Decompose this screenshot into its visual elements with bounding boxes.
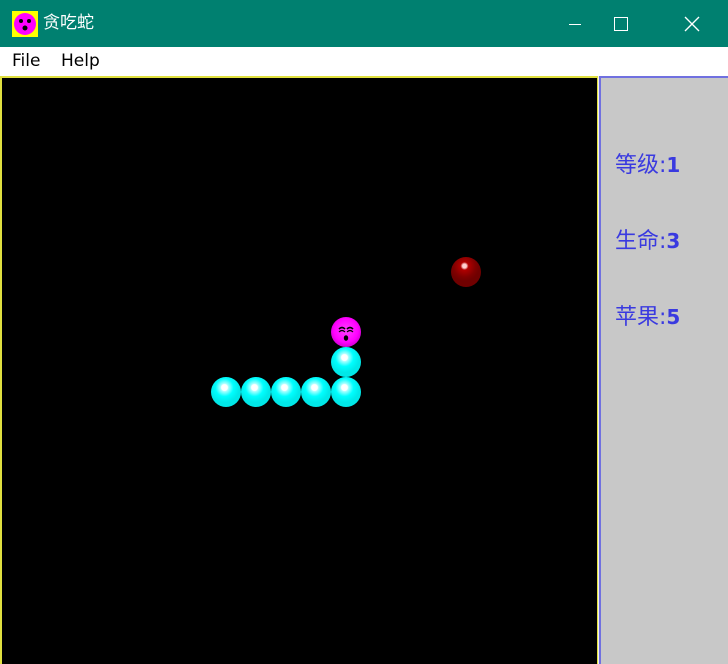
title-bar[interactable]: 贪吃蛇 — [0, 0, 728, 47]
snake-segment — [301, 377, 331, 407]
menu-bar: File Help — [0, 47, 728, 76]
close-button[interactable] — [669, 0, 715, 47]
lives-stat: 生命:3 — [615, 228, 680, 255]
level-label: 等级: — [615, 153, 667, 178]
snake-segment — [331, 377, 361, 407]
apples-stat: 苹果:5 — [615, 304, 680, 331]
apples-label: 苹果: — [615, 305, 667, 330]
snake-head — [331, 317, 361, 347]
apples-value: 5 — [666, 305, 681, 329]
lives-value: 3 — [666, 229, 681, 253]
game-board[interactable] — [0, 76, 598, 664]
snake-face-icon — [12, 11, 38, 37]
level-value: 1 — [666, 153, 681, 177]
snake-segment — [271, 377, 301, 407]
snake-face-icon — [338, 326, 354, 341]
menu-file[interactable]: File — [12, 51, 40, 72]
minimize-icon — [569, 23, 581, 25]
minimize-button[interactable] — [552, 0, 598, 47]
snake-segment — [211, 377, 241, 407]
snake-segment — [241, 377, 271, 407]
status-panel: 等级:1 生命:3 苹果:5 — [599, 76, 728, 664]
close-icon — [684, 16, 700, 31]
maximize-button[interactable] — [598, 0, 644, 47]
apple — [451, 257, 481, 287]
snake-segment — [331, 347, 361, 377]
lives-label: 生命: — [615, 229, 667, 254]
window-title: 贪吃蛇 — [43, 13, 94, 33]
board-border — [597, 78, 598, 664]
level-stat: 等级:1 — [615, 152, 680, 179]
maximize-icon — [614, 16, 628, 31]
menu-help[interactable]: Help — [61, 51, 100, 72]
